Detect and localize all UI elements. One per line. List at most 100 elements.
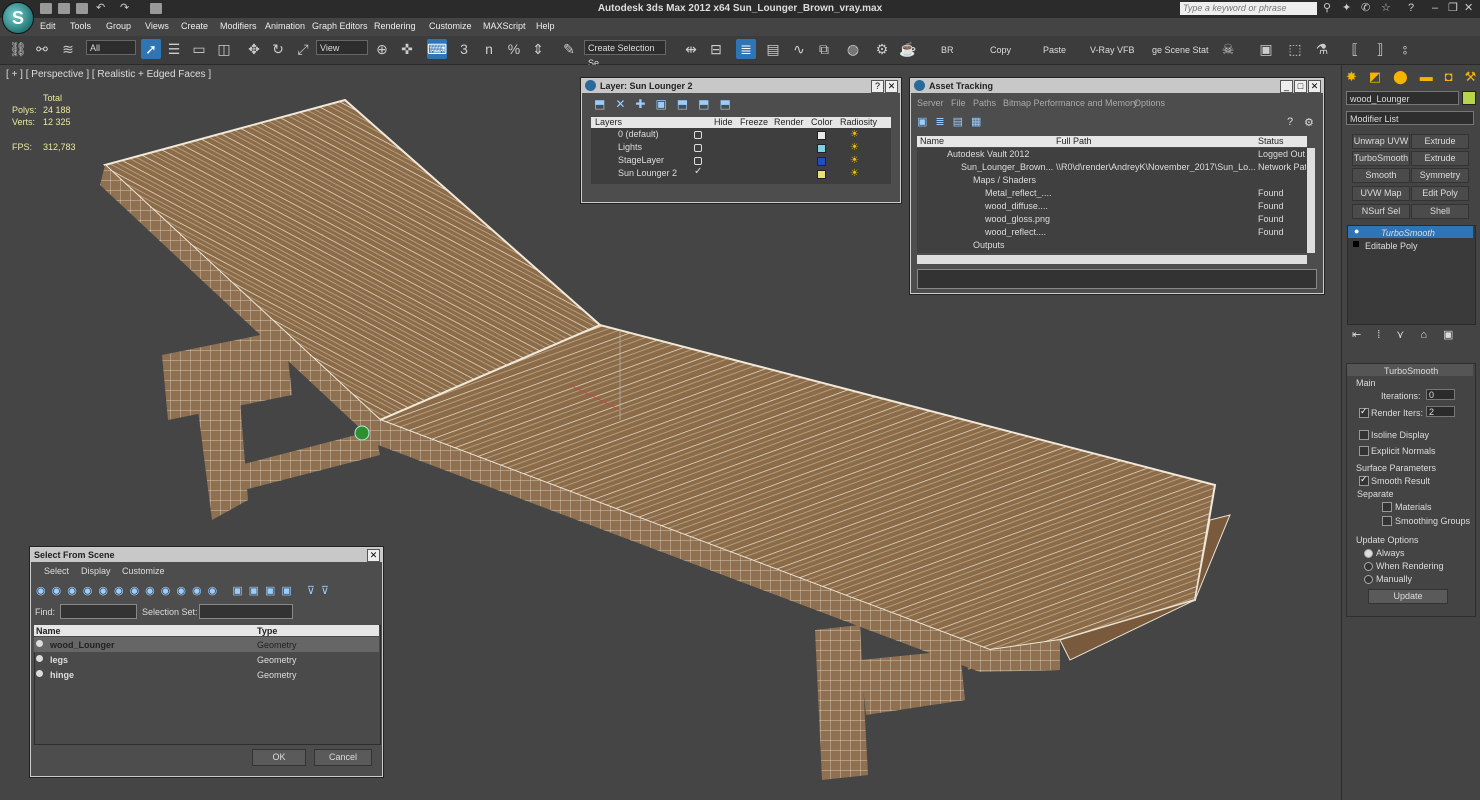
menu-views[interactable]: Views xyxy=(145,21,169,31)
layer-color-swatch[interactable] xyxy=(817,157,826,166)
graphite-ribbon-icon[interactable]: ▤ xyxy=(763,39,783,59)
col-type[interactable]: Type xyxy=(257,626,277,636)
material-editor-icon[interactable]: ◍ xyxy=(843,39,863,59)
rectangular-selection-icon[interactable]: ▭ xyxy=(189,39,209,59)
nsurf-sel-button[interactable]: NSurf Sel xyxy=(1352,204,1410,219)
select-dialog-close-button[interactable]: ✕ xyxy=(367,549,380,562)
asset-vertical-scrollbar[interactable] xyxy=(1307,148,1315,253)
when-rendering-radio[interactable] xyxy=(1364,562,1373,571)
reference-coordinate-dropdown[interactable]: View xyxy=(316,40,368,55)
asset-settings-icon[interactable]: ⚙ xyxy=(1304,116,1314,129)
smoothing-groups-checkbox[interactable] xyxy=(1382,516,1392,526)
asset-row-name[interactable]: wood_gloss.png xyxy=(985,214,1053,224)
asset-row-name[interactable]: wood_reflect.... xyxy=(985,227,1053,237)
br-button[interactable]: BR xyxy=(941,45,954,55)
menu-modifiers[interactable]: Modifiers xyxy=(220,21,257,31)
col-status[interactable]: Status xyxy=(1258,136,1284,146)
col-radiosity[interactable]: Radiosity xyxy=(840,117,877,127)
bracket-mid-icon[interactable]: ⟧ xyxy=(1370,39,1390,59)
link-icon[interactable]: ⛓ xyxy=(8,39,28,59)
render-iters-spinner[interactable]: 2 xyxy=(1426,406,1455,417)
layer-row-name[interactable]: Sun Lounger 2 xyxy=(618,168,677,178)
current-layer-check-icon[interactable]: ✓ xyxy=(694,166,702,177)
menu-rendering[interactable]: Rendering xyxy=(374,21,416,31)
percent-snap-icon[interactable]: % xyxy=(504,39,524,59)
command-panel-tabs[interactable]: ✸◩⬤▬◘⚒ xyxy=(1346,69,1476,85)
close-icon[interactable]: ✕ xyxy=(1464,3,1475,14)
radiosity-icon[interactable]: ☀ xyxy=(850,168,859,179)
edit-poly-button[interactable]: Edit Poly xyxy=(1411,186,1469,201)
asset-path-field[interactable] xyxy=(917,269,1317,289)
hide-toggle-icon[interactable] xyxy=(694,131,702,139)
subscription-icon[interactable]: ✦ xyxy=(1342,3,1353,14)
asset-row-name[interactable]: wood_diffuse.... xyxy=(985,201,1053,211)
materials-checkbox[interactable] xyxy=(1382,502,1392,512)
bracket-left-icon[interactable]: ⟦ xyxy=(1345,39,1365,59)
vray-vfb-button[interactable]: V-Ray VFB xyxy=(1090,45,1135,55)
col-name[interactable]: Name xyxy=(920,136,944,146)
edit-named-selection-icon[interactable]: ✎ xyxy=(559,39,579,59)
curve-editor-icon[interactable]: ∿ xyxy=(789,39,809,59)
render-iters-checkbox[interactable] xyxy=(1359,406,1369,418)
smooth-button[interactable]: Smooth xyxy=(1352,168,1410,183)
angle-snap-icon[interactable]: n xyxy=(479,39,499,59)
asset-horizontal-scrollbar[interactable] xyxy=(917,255,1307,264)
selection-filter-dropdown[interactable]: All xyxy=(86,40,136,55)
render-icon[interactable]: ☕ xyxy=(898,39,918,59)
menu-group[interactable]: Group xyxy=(106,21,131,31)
symmetry-button[interactable]: Symmetry xyxy=(1411,168,1469,183)
copy-button[interactable]: Copy xyxy=(990,45,1011,55)
selection-set-dropdown[interactable] xyxy=(199,604,293,619)
asset-close-button[interactable]: ✕ xyxy=(1308,80,1321,93)
snaps-toggle-icon[interactable]: 3 xyxy=(454,39,474,59)
asset-row-name[interactable]: Outputs xyxy=(973,240,1053,250)
menu-animation[interactable]: Animation xyxy=(265,21,305,31)
select-manipulate-icon[interactable]: ✜ xyxy=(397,39,417,59)
app-logo-icon[interactable]: S xyxy=(2,2,34,34)
asset-row-name[interactable]: Maps / Shaders xyxy=(973,175,1053,185)
select-menu-customize[interactable]: Customize xyxy=(122,566,165,576)
schematic-view-icon[interactable]: ⧉ xyxy=(814,39,834,59)
extrude-button[interactable]: Extrude xyxy=(1411,134,1469,149)
viewport-label[interactable]: [ + ] [ Perspective ] [ Realistic + Edge… xyxy=(6,69,211,80)
modifier-list-dropdown[interactable]: Modifier List xyxy=(1346,111,1474,125)
select-by-name-icon[interactable]: ☰ xyxy=(164,39,184,59)
light-bulb-icon[interactable]: ● xyxy=(1354,226,1359,236)
asset-row-name[interactable]: Autodesk Vault 2012 xyxy=(947,149,1052,159)
bracket-right-icon[interactable]: ⦂ xyxy=(1395,39,1415,59)
col-full-path[interactable]: Full Path xyxy=(1056,136,1092,146)
col-hide[interactable]: Hide xyxy=(714,117,733,127)
layer-row-name[interactable]: StageLayer xyxy=(618,155,664,165)
layer-row-name[interactable]: 0 (default) xyxy=(618,129,659,139)
ok-button[interactable]: OK xyxy=(252,749,306,766)
manually-radio[interactable] xyxy=(1364,575,1373,584)
stack-editable-poly[interactable]: Editable Poly xyxy=(1365,241,1418,251)
uvw-map-button[interactable]: UVW Map xyxy=(1352,186,1410,201)
asset-help-icon[interactable]: ? xyxy=(1287,116,1293,128)
asset-menu-options[interactable]: Options xyxy=(1134,98,1165,108)
menu-maxscript[interactable]: MAXScript xyxy=(483,21,526,31)
object-name-field[interactable]: wood_Lounger xyxy=(1346,91,1459,105)
layer-close-button[interactable]: ✕ xyxy=(885,80,898,93)
select-object-icon[interactable]: ➚ xyxy=(141,39,161,59)
pivot-center-icon[interactable]: ⊕ xyxy=(372,39,392,59)
asset-maximize-button[interactable]: □ xyxy=(1294,80,1307,93)
radiosity-icon[interactable]: ☀ xyxy=(850,129,859,140)
restore-icon[interactable]: ❐ xyxy=(1448,3,1459,14)
skull-icon[interactable]: ☠ xyxy=(1218,39,1238,59)
shell-button[interactable]: Shell xyxy=(1411,204,1469,219)
object-row-name[interactable]: legs xyxy=(50,655,68,665)
stack-turbosmooth[interactable]: TurboSmooth xyxy=(1381,228,1435,238)
menu-customize[interactable]: Customize xyxy=(429,21,472,31)
unwrap-uvw-button[interactable]: Unwrap UVW xyxy=(1352,134,1410,149)
find-input[interactable] xyxy=(60,604,137,619)
layer-color-swatch[interactable] xyxy=(817,170,826,179)
asset-view-toolbar[interactable]: ▣≣▤▦ xyxy=(917,115,997,130)
asset-icon[interactable]: ▣ xyxy=(1256,39,1276,59)
render-setup-icon[interactable]: ⚙ xyxy=(872,39,892,59)
object-row-name[interactable]: wood_Lounger xyxy=(50,640,115,650)
paste-button[interactable]: Paste xyxy=(1043,45,1066,55)
minimize-icon[interactable]: – xyxy=(1432,3,1443,14)
teapot-icon[interactable]: ⚗ xyxy=(1312,39,1332,59)
keyboard-shortcut-override-icon[interactable]: ⌨ xyxy=(427,39,447,59)
